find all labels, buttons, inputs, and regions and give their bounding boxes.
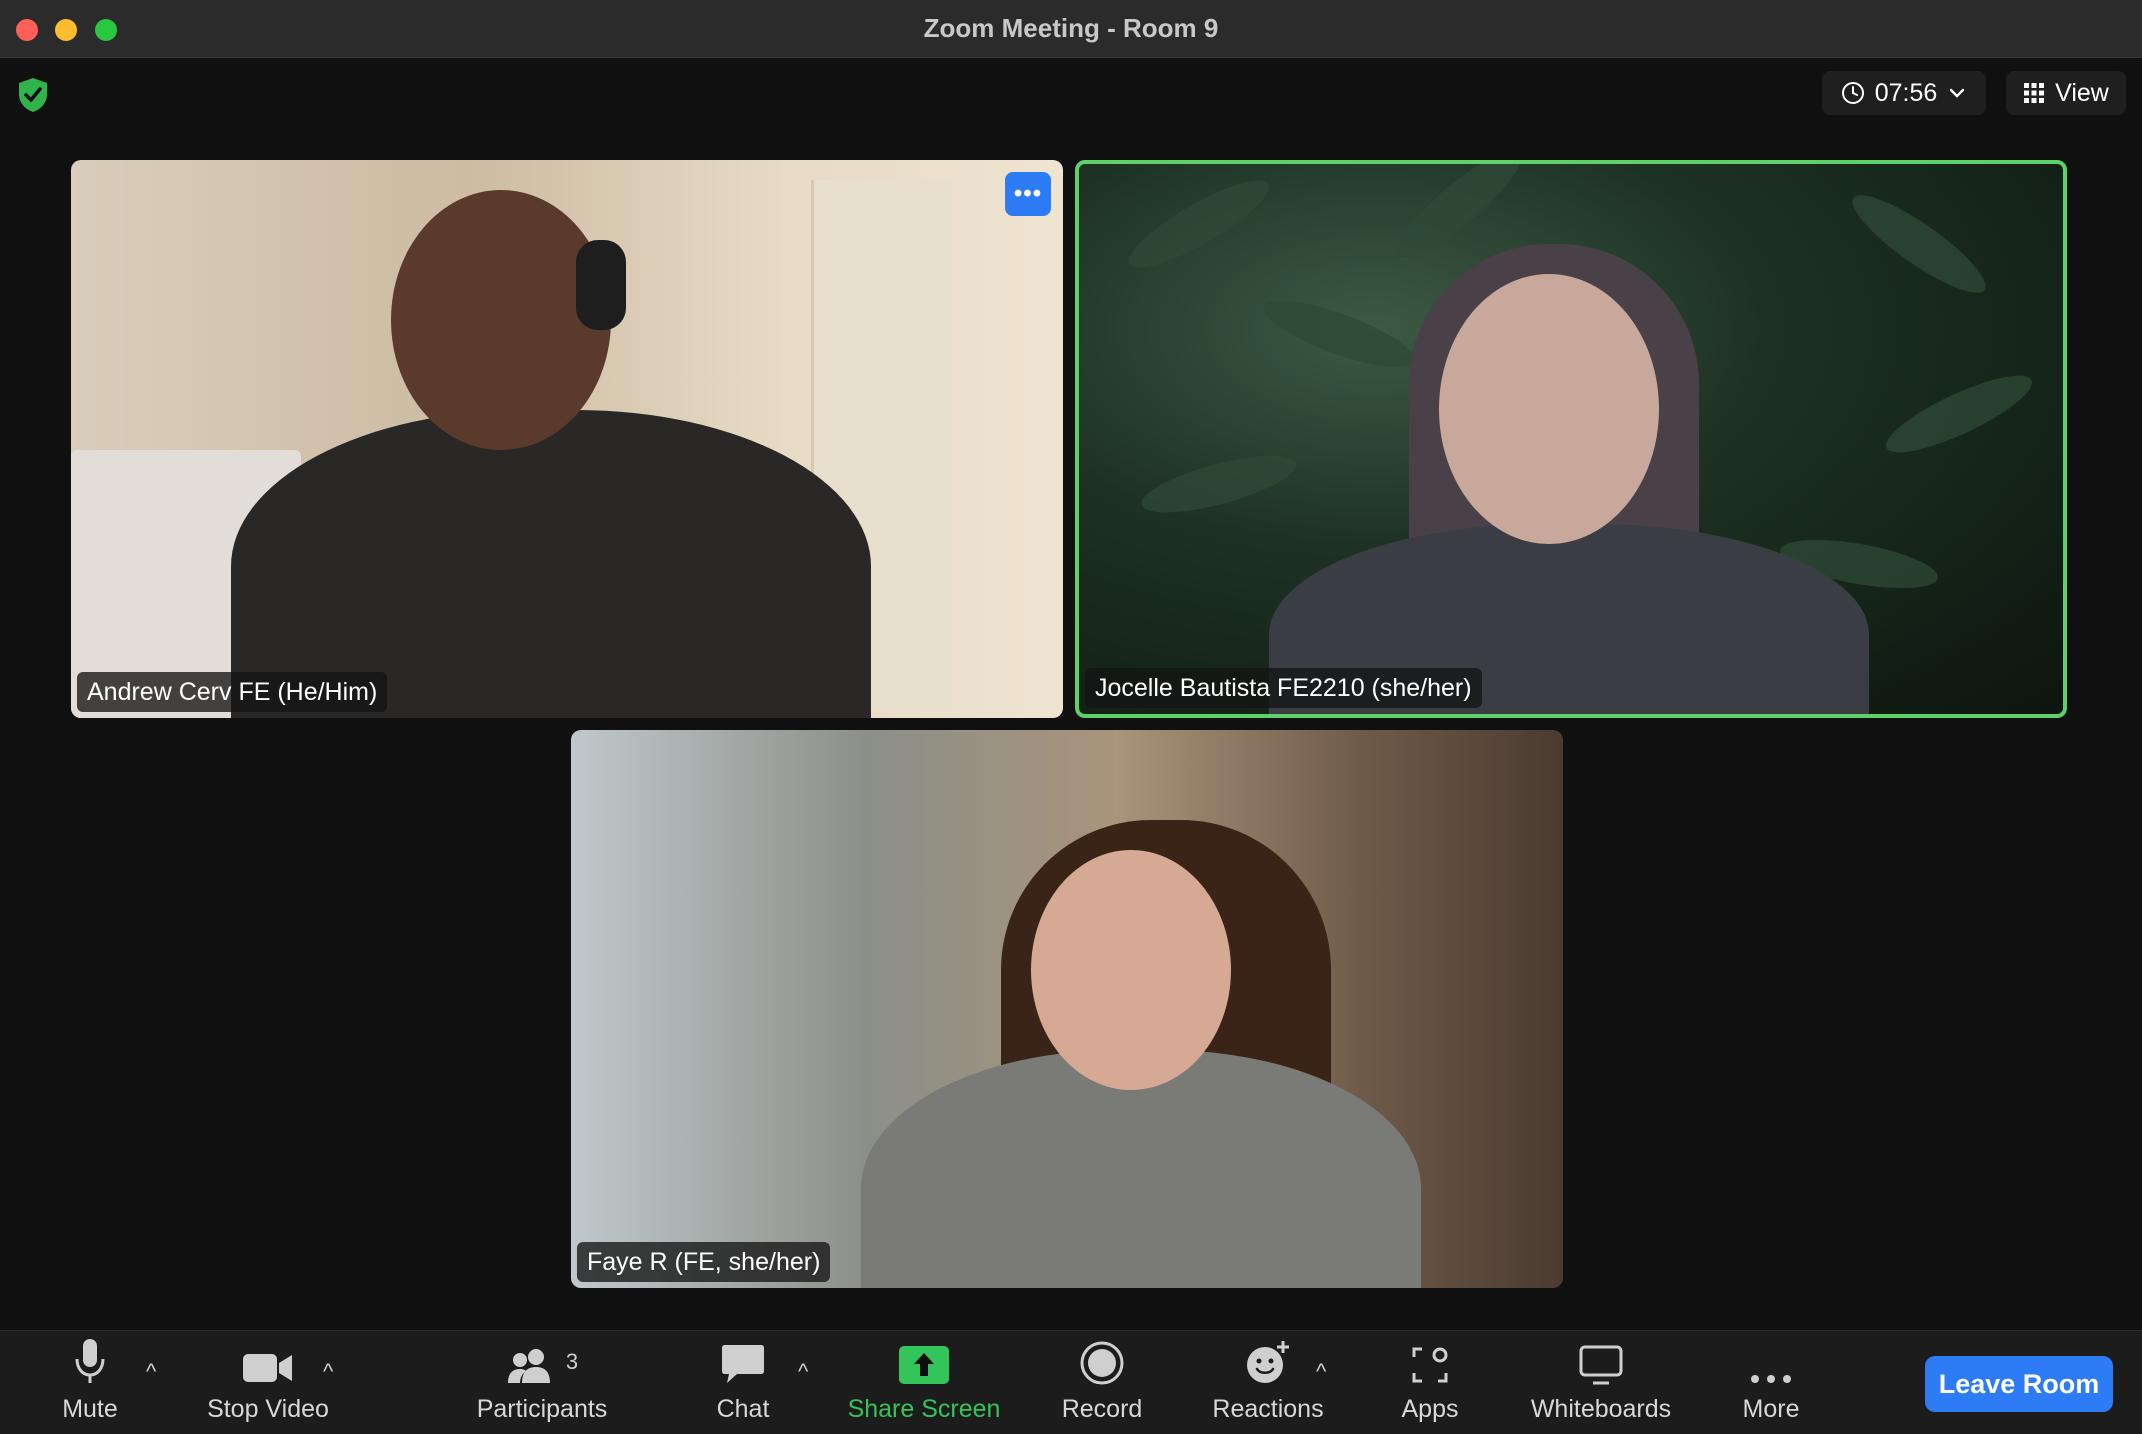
view-label: View bbox=[2055, 78, 2109, 107]
participant-name-tag: Faye R (FE, she/her) bbox=[577, 1242, 831, 1282]
timer-text: 07:56 bbox=[1874, 78, 1938, 107]
stop-video-label: Stop Video bbox=[207, 1395, 329, 1423]
headset-icon bbox=[576, 240, 626, 330]
apps-button[interactable]: Apps bbox=[1394, 1331, 1466, 1434]
leaf-decor bbox=[1119, 166, 1279, 282]
mute-button[interactable]: Mute bbox=[40, 1331, 140, 1434]
grid-view-icon bbox=[2024, 83, 2045, 103]
chat-bubble-icon bbox=[722, 1345, 764, 1383]
title-bar: Zoom Meeting - Room 9 bbox=[0, 0, 2142, 58]
whiteboard-icon bbox=[1579, 1345, 1623, 1385]
microphone-icon bbox=[75, 1339, 105, 1383]
reactions-label: Reactions bbox=[1212, 1395, 1324, 1423]
leaf-decor bbox=[1136, 443, 1302, 525]
more-label: More bbox=[1742, 1395, 1800, 1423]
participants-icon bbox=[507, 1349, 550, 1383]
record-button[interactable]: Record bbox=[1054, 1331, 1150, 1434]
participants-button[interactable]: 3 Participants bbox=[466, 1331, 618, 1434]
participant-name-tag: Jocelle Bautista FE2210 (she/her) bbox=[1085, 668, 1482, 708]
video-tile-andrew[interactable]: ••• Andrew Cerv FE (He/Him) bbox=[71, 160, 1063, 718]
leaf-decor bbox=[1841, 181, 1997, 307]
view-button[interactable]: View bbox=[2006, 71, 2126, 115]
video-tile-jocelle[interactable]: Jocelle Bautista FE2210 (she/her) bbox=[1075, 160, 2067, 718]
chat-label: Chat bbox=[716, 1395, 770, 1423]
more-dots-icon bbox=[1751, 1375, 1791, 1383]
person-head bbox=[1031, 850, 1231, 1090]
chevron-down-icon bbox=[1950, 88, 1965, 98]
smiley-plus-icon bbox=[1247, 1341, 1289, 1383]
apps-label: Apps bbox=[1401, 1395, 1459, 1423]
meeting-toolbar: Mute ^ Stop Video ^ 3 Participants Chat … bbox=[0, 1330, 2142, 1434]
share-screen-icon bbox=[899, 1346, 949, 1384]
share-screen-button[interactable]: Share Screen bbox=[844, 1331, 1004, 1434]
leave-room-button[interactable]: Leave Room bbox=[1925, 1356, 2113, 1412]
encryption-shield-icon[interactable] bbox=[16, 76, 50, 114]
record-label: Record bbox=[1061, 1395, 1143, 1423]
more-button[interactable]: More bbox=[1736, 1331, 1806, 1434]
share-screen-label: Share Screen bbox=[847, 1395, 1001, 1423]
video-camera-icon bbox=[243, 1354, 292, 1382]
meeting-timer[interactable]: 07:56 bbox=[1822, 71, 1986, 115]
video-options-chevron-icon[interactable]: ^ bbox=[323, 1359, 333, 1385]
clock-icon bbox=[1841, 82, 1864, 104]
leaf-decor bbox=[1878, 362, 2040, 466]
leaf-decor bbox=[1256, 287, 1422, 381]
meeting-area: 07:56 View ••• Andrew Cerv FE (He/Him) J… bbox=[0, 58, 2142, 1330]
chat-options-chevron-icon[interactable]: ^ bbox=[798, 1359, 808, 1385]
participants-label: Participants bbox=[476, 1395, 608, 1423]
tile-more-options-button[interactable]: ••• bbox=[1005, 172, 1051, 216]
mute-label: Mute bbox=[62, 1395, 118, 1423]
reactions-options-chevron-icon[interactable]: ^ bbox=[1316, 1359, 1326, 1385]
stop-video-button[interactable]: Stop Video bbox=[198, 1331, 338, 1434]
video-tile-faye[interactable]: Faye R (FE, she/her) bbox=[571, 730, 1563, 1288]
record-icon bbox=[1080, 1341, 1124, 1385]
reactions-button[interactable]: Reactions bbox=[1210, 1331, 1326, 1434]
person-head bbox=[1439, 274, 1659, 544]
apps-icon bbox=[1412, 1347, 1448, 1383]
window-title: Zoom Meeting - Room 9 bbox=[923, 13, 1219, 43]
participant-name-tag: Andrew Cerv FE (He/Him) bbox=[77, 672, 388, 712]
person-head bbox=[391, 190, 611, 450]
whiteboards-label: Whiteboards bbox=[1530, 1395, 1672, 1423]
chat-button[interactable]: Chat bbox=[700, 1331, 786, 1434]
audio-options-chevron-icon[interactable]: ^ bbox=[146, 1359, 156, 1385]
whiteboards-button[interactable]: Whiteboards bbox=[1526, 1331, 1676, 1434]
participants-count: 3 bbox=[565, 1349, 579, 1374]
